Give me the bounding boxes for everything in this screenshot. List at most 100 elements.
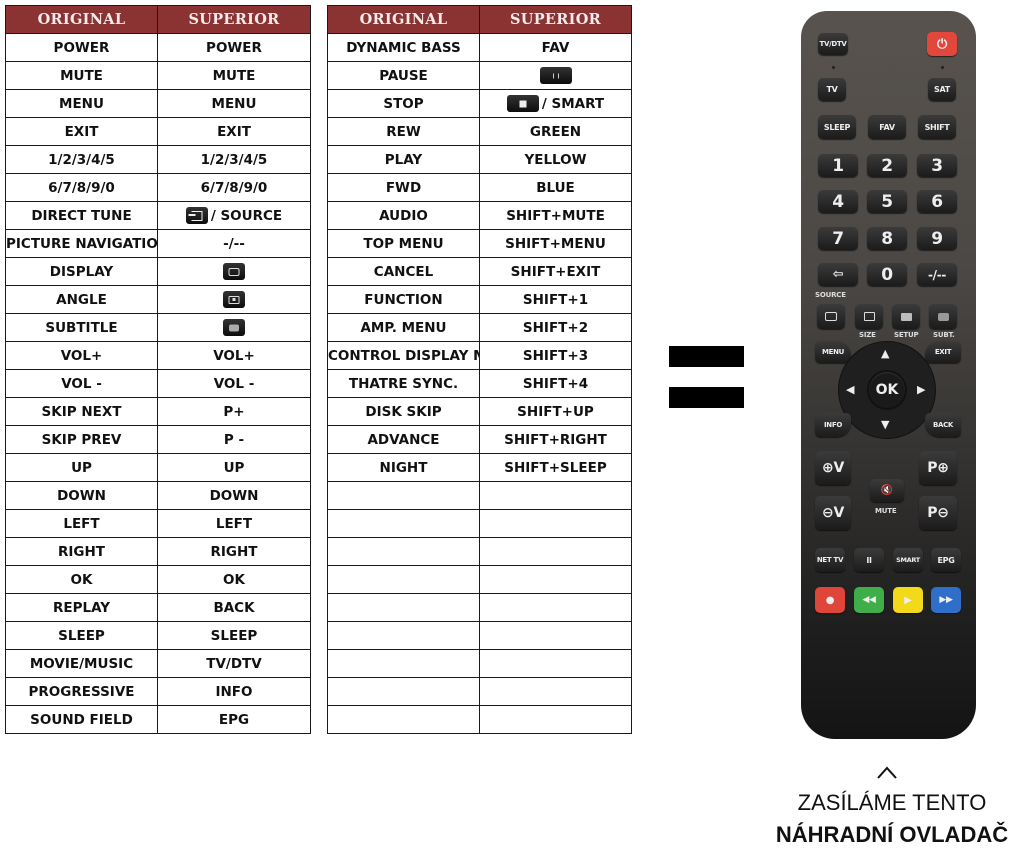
original-key-cell: FUNCTION — [327, 285, 480, 314]
size-button[interactable] — [855, 304, 883, 329]
program-down-button[interactable]: P⊖ — [919, 496, 957, 530]
table-row: DIRECT TUNE / SOURCE — [5, 201, 311, 230]
table-row — [327, 537, 632, 566]
yellow-play-button[interactable]: ▶ — [893, 587, 923, 613]
original-key-cell: SLEEP — [5, 621, 158, 650]
dash-button[interactable]: -/-- — [917, 263, 957, 286]
epg-button[interactable]: EPG — [931, 548, 961, 572]
exit-button[interactable]: EXIT — [925, 341, 961, 363]
ok-button[interactable]: OK — [869, 372, 905, 408]
digit-4-button[interactable]: 4 — [818, 190, 858, 213]
original-key-cell: POWER — [5, 33, 158, 62]
superior-key-cell: RIGHT — [157, 537, 311, 566]
table-row: PAUSE — [327, 61, 632, 90]
digit-9-button[interactable]: 9 — [917, 227, 957, 250]
original-key-cell: UP — [5, 453, 158, 482]
setup-button[interactable] — [892, 304, 920, 329]
subtitle-icon — [937, 312, 949, 321]
table-row: SLEEP SLEEP — [5, 621, 311, 650]
directional-pad[interactable]: ▲ ▼ ◀ ▶ OK — [839, 342, 935, 438]
volume-down-button[interactable]: ⊖V — [815, 496, 851, 530]
superior-key-cell: POWER — [157, 33, 311, 62]
sat-button[interactable]: SAT — [928, 78, 956, 101]
original-key-cell: 6/7/8/9/0 — [5, 173, 158, 202]
table-row: SUBTITLE — [5, 313, 311, 342]
superior-key-cell — [479, 565, 632, 594]
table-row: PROGRESSIVE INFO — [5, 677, 311, 706]
original-key-cell: AMP. MENU — [327, 313, 480, 342]
left-arrow-icon[interactable]: ◀ — [846, 383, 854, 396]
original-key-cell — [327, 481, 480, 510]
red-record-button[interactable]: ● — [815, 587, 845, 613]
table-row — [327, 677, 632, 706]
digit-0-button[interactable]: 0 — [867, 263, 907, 286]
original-key-cell: CONTROL DISPLAY MENU — [327, 341, 480, 370]
power-button[interactable]: ⏻ — [927, 32, 957, 56]
table-row: FWD BLUE — [327, 173, 632, 202]
down-arrow-icon[interactable]: ▼ — [881, 418, 889, 431]
tv-button[interactable]: TV — [818, 78, 846, 101]
superior-key-cell: INFO — [157, 677, 311, 706]
pause-key-icon — [539, 67, 572, 84]
original-key-cell: PICTURE NAVIGATION — [5, 229, 158, 258]
shift-button[interactable]: SHIFT — [918, 115, 956, 139]
table-row: VOL+ VOL+ — [5, 341, 311, 370]
table-row: MUTE MUTE — [5, 61, 311, 90]
table-row: OK OK — [5, 565, 311, 594]
subtitle-button[interactable] — [929, 304, 957, 329]
superior-key-cell: BLUE — [479, 173, 632, 202]
table-row: THATRE SYNC. SHIFT+4 — [327, 369, 632, 398]
tvdtv-button[interactable]: TV/DTV — [818, 33, 848, 55]
digit-1-button[interactable]: 1 — [818, 154, 858, 177]
program-up-button[interactable]: P⊕ — [919, 451, 957, 485]
blue-forward-button[interactable]: ▶▶ — [931, 587, 961, 613]
nettv-button[interactable]: NET TV — [815, 548, 845, 572]
original-key-cell: STOP — [327, 89, 480, 118]
digit-6-button[interactable]: 6 — [917, 190, 957, 213]
table-row — [327, 481, 632, 510]
table-row — [327, 649, 632, 678]
digit-3-button[interactable]: 3 — [917, 154, 957, 177]
header-original: ORIGINAL — [327, 5, 480, 34]
source-button[interactable]: ⇦ — [818, 263, 858, 286]
menu-button[interactable]: MENU — [815, 341, 851, 363]
green-rewind-button[interactable]: ◀◀ — [854, 587, 884, 613]
digit-8-button[interactable]: 8 — [867, 227, 907, 250]
original-key-cell: SUBTITLE — [5, 313, 158, 342]
info-button[interactable]: INFO — [815, 413, 851, 437]
display-icon — [825, 312, 837, 321]
right-arrow-icon[interactable]: ▶ — [917, 383, 925, 396]
table-row: NIGHT SHIFT+SLEEP — [327, 453, 632, 482]
digit-2-button[interactable]: 2 — [867, 154, 907, 177]
table-row — [327, 565, 632, 594]
volume-up-button[interactable]: ⊕V — [815, 451, 851, 485]
superior-key-cell — [479, 621, 632, 650]
original-key-cell: DISK SKIP — [327, 397, 480, 426]
table-row: CONTROL DISPLAY MENUSHIFT+3 — [327, 341, 632, 370]
mute-button[interactable]: 🔇 — [870, 479, 904, 502]
back-button[interactable]: BACK — [925, 413, 961, 437]
fav-button[interactable]: FAV — [868, 115, 906, 139]
pause-button[interactable]: II — [854, 548, 884, 572]
digit-7-button[interactable]: 7 — [818, 227, 858, 250]
table-row: POWER POWER — [5, 33, 311, 62]
original-key-cell: MENU — [5, 89, 158, 118]
table-row — [327, 705, 632, 734]
superior-key-cell: SHIFT+MENU — [479, 229, 632, 258]
superior-key-cell — [479, 509, 632, 538]
smart-button[interactable]: SMART — [893, 548, 923, 572]
superior-key-cell — [157, 313, 311, 342]
digit-5-button[interactable]: 5 — [867, 190, 907, 213]
subt-label: SUBT. — [933, 331, 955, 339]
display-button[interactable] — [817, 304, 845, 329]
mapping-table-right: ORIGINAL SUPERIOR DYNAMIC BASS FAV PAUSE ST… — [327, 5, 632, 734]
original-key-cell: OK — [5, 565, 158, 594]
up-arrow-icon[interactable]: ▲ — [881, 347, 889, 360]
sleep-button[interactable]: SLEEP — [818, 115, 856, 139]
original-key-cell: ANGLE — [5, 285, 158, 314]
setup-label: SETUP — [894, 331, 919, 339]
subtitle-key-icon — [223, 319, 245, 336]
original-key-cell — [327, 537, 480, 566]
superior-key-cell: BACK — [157, 593, 311, 622]
superior-key-cell: EPG — [157, 705, 311, 734]
